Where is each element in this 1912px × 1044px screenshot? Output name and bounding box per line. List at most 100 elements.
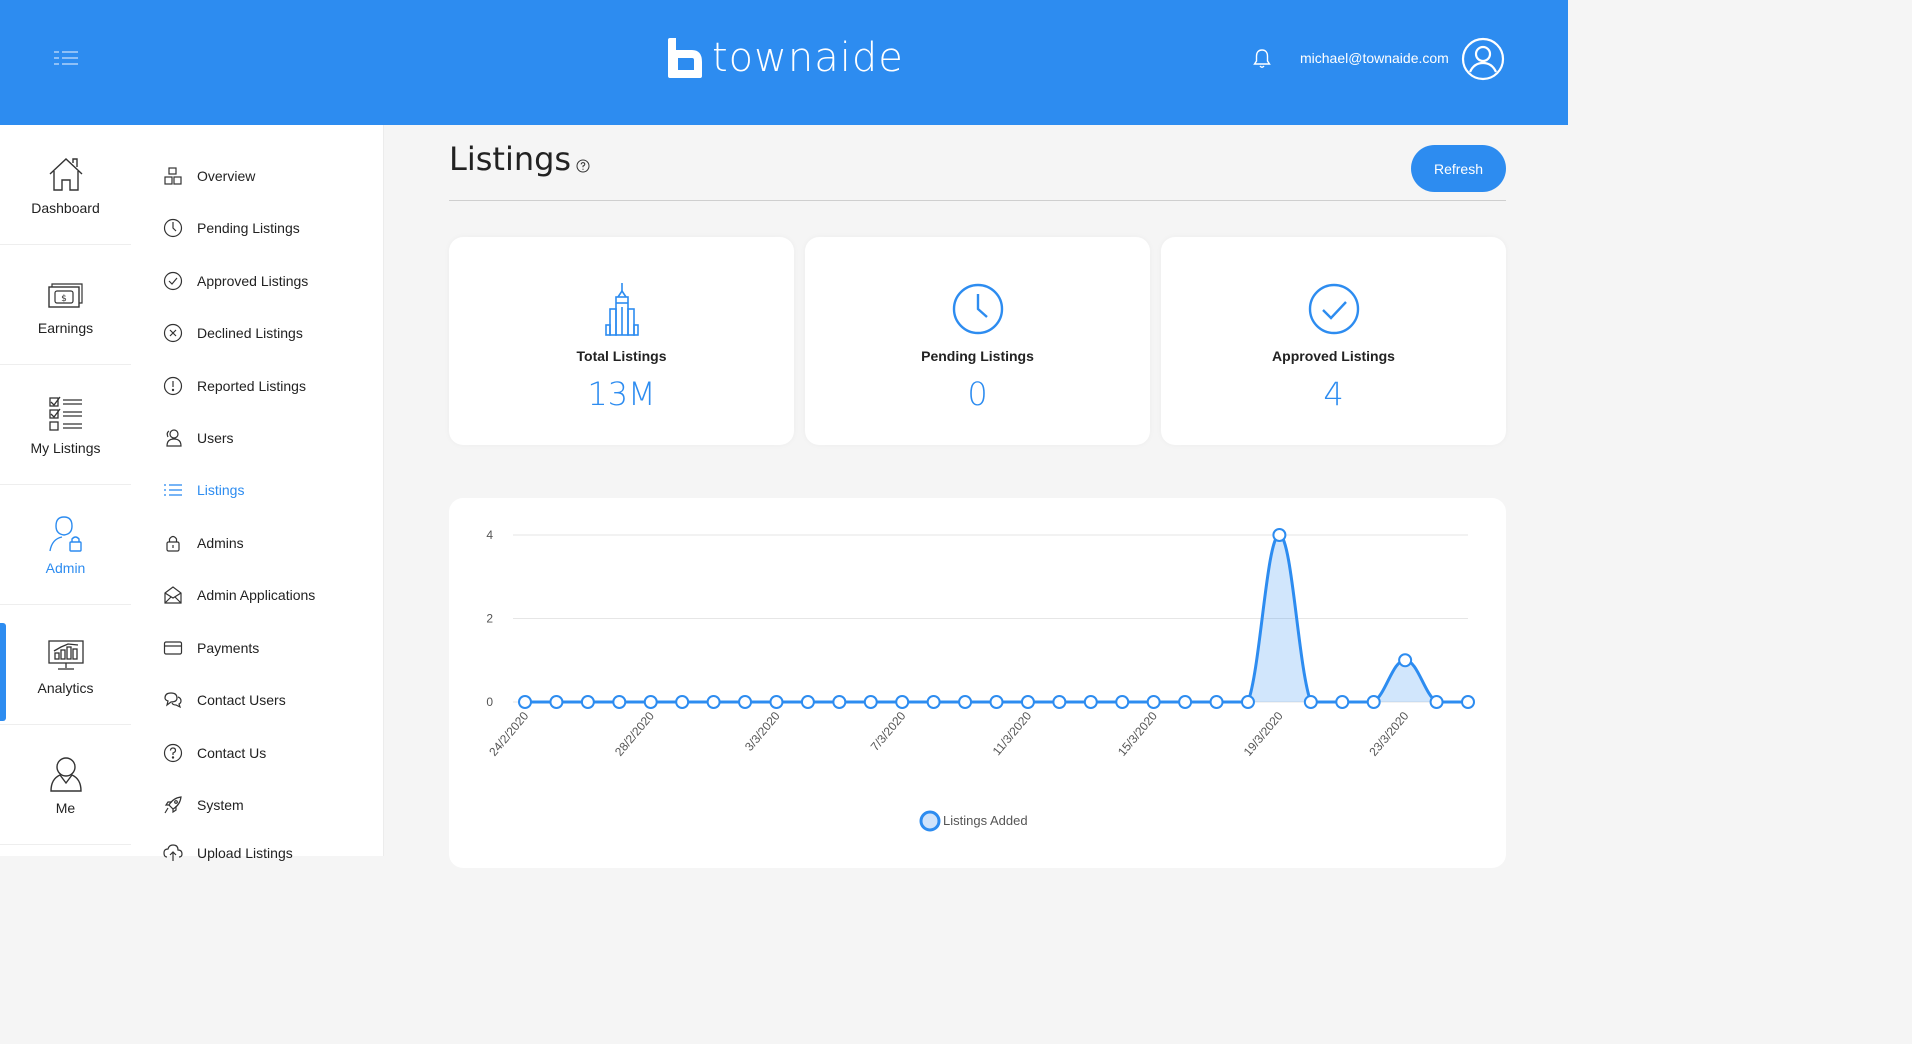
data-point xyxy=(863,695,878,709)
data-point xyxy=(1209,695,1224,709)
rail-label: My Listings xyxy=(30,439,101,456)
listings-added-chart: 0 2 4 24/2/2020 28/2/2020 3/3/2020 7/3/2020 11/… xyxy=(486,528,1475,832)
menu-label: Users xyxy=(197,430,234,446)
top-bar: townaide michael@townaide.com xyxy=(0,0,1568,125)
x-tick-label: 24/2/2020 xyxy=(486,709,531,759)
person-icon xyxy=(49,756,82,792)
menu-label: Payments xyxy=(197,640,260,656)
legend-marker xyxy=(919,810,941,832)
admin-user-lock-icon xyxy=(48,515,82,552)
listings-chart-card: 0 2 4 24/2/2020 28/2/2020 3/3/2020 7/3/2020 11/… xyxy=(449,498,1506,868)
menu-label: Listings xyxy=(197,482,245,498)
y-tick-label: 0 xyxy=(486,695,493,709)
stat-value: 4 xyxy=(1323,375,1344,413)
users-icon xyxy=(166,429,182,447)
data-point xyxy=(1366,695,1381,709)
data-point xyxy=(518,695,532,709)
avatar-icon[interactable] xyxy=(1461,37,1505,81)
logo[interactable]: townaide xyxy=(666,35,904,81)
menu-item-system[interactable]: System xyxy=(163,793,244,817)
menu-item-admin-applications[interactable]: Admin Applications xyxy=(163,583,315,607)
rail-item-me[interactable]: Me xyxy=(0,725,131,845)
menu-label: Admins xyxy=(197,535,244,551)
data-point xyxy=(1083,695,1098,709)
y-tick-label: 2 xyxy=(486,612,493,626)
menu-item-upload-listings[interactable]: Upload Listings xyxy=(163,841,293,865)
data-point xyxy=(832,695,847,709)
check-circle-icon xyxy=(163,271,183,291)
data-point xyxy=(1398,653,1413,668)
x-tick-label: 11/3/2020 xyxy=(990,709,1035,758)
menu-item-overview[interactable]: Overview xyxy=(163,164,255,188)
menu-item-users[interactable]: Users xyxy=(163,426,234,450)
data-point xyxy=(1240,695,1255,709)
rail-label: Analytics xyxy=(37,679,94,696)
menu-label: Pending Listings xyxy=(197,220,300,236)
rail-item-dashboard[interactable]: Dashboard xyxy=(0,125,131,245)
x-tick-label: 15/3/2020 xyxy=(1115,709,1160,759)
logo-mark-icon xyxy=(668,38,702,78)
check-circle-icon xyxy=(1308,283,1359,335)
list-icon xyxy=(164,484,182,496)
menu-item-reported-listings[interactable]: Reported Listings xyxy=(163,374,306,398)
clock-icon xyxy=(952,283,1003,335)
refresh-button[interactable]: Refresh xyxy=(1411,145,1506,192)
rail-item-admin[interactable]: Admin xyxy=(0,485,131,605)
stat-card-approved-listings: Approved Listings 4 xyxy=(1161,237,1506,445)
rail-label: Dashboard xyxy=(31,199,100,216)
blocks-icon xyxy=(164,167,182,185)
data-point xyxy=(1303,695,1318,709)
stat-label: Pending Listings xyxy=(921,348,1034,364)
menu-label: System xyxy=(197,797,244,813)
rocket-icon xyxy=(164,796,182,814)
help-icon[interactable] xyxy=(576,159,590,173)
menu-item-listings[interactable]: Listings xyxy=(163,478,244,502)
rail-item-earnings[interactable]: $ Earnings xyxy=(0,245,131,365)
menu-item-declined-listings[interactable]: Declined Listings xyxy=(163,321,303,345)
data-point xyxy=(989,695,1004,709)
data-point xyxy=(926,695,941,709)
cash-icon: $ xyxy=(47,282,83,308)
data-point xyxy=(1115,695,1130,709)
user-email[interactable]: michael@townaide.com xyxy=(1300,48,1449,68)
data-point xyxy=(1272,528,1287,542)
data-point xyxy=(1052,695,1067,709)
menu-item-payments[interactable]: Payments xyxy=(163,636,259,660)
menu-label: Contact Users xyxy=(197,692,286,708)
data-point xyxy=(612,695,627,709)
data-point xyxy=(1020,695,1035,709)
data-point xyxy=(800,695,815,709)
alert-circle-icon xyxy=(163,376,183,396)
data-point xyxy=(1461,695,1475,709)
menu-toggle-icon[interactable] xyxy=(54,50,78,66)
x-tick-label: 7/3/2020 xyxy=(868,709,909,754)
data-point xyxy=(895,695,910,709)
rail-label: Me xyxy=(55,799,76,816)
icon-rail: Dashboard $ Earnings My Listings Admin A… xyxy=(0,125,132,856)
bell-icon[interactable] xyxy=(1252,48,1272,70)
menu-label: Contact Us xyxy=(197,745,267,761)
data-point xyxy=(549,695,564,709)
rail-item-analytics[interactable]: Analytics xyxy=(0,605,131,725)
menu-item-contact-users[interactable]: Contact Users xyxy=(163,688,286,712)
x-tick-label: 23/3/2020 xyxy=(1366,709,1411,759)
menu-label: Overview xyxy=(197,168,256,184)
data-point xyxy=(1429,695,1444,709)
menu-item-pending-listings[interactable]: Pending Listings xyxy=(163,216,300,240)
stat-label: Total Listings xyxy=(576,348,667,364)
data-point xyxy=(1335,695,1350,709)
menu-item-approved-listings[interactable]: Approved Listings xyxy=(163,269,308,293)
house-icon xyxy=(49,157,82,191)
chat-icon xyxy=(164,692,182,709)
menu-item-contact-us[interactable]: Contact Us xyxy=(163,741,266,765)
logo-text: townaide xyxy=(712,35,904,81)
menu-item-admins[interactable]: Admins xyxy=(163,531,244,555)
menu-label: Approved Listings xyxy=(197,273,309,289)
data-point xyxy=(1178,695,1193,709)
data-point xyxy=(1146,695,1161,709)
rail-item-my-listings[interactable]: My Listings xyxy=(0,365,131,485)
x-tick-label: 3/3/2020 xyxy=(742,709,783,754)
x-tick-label: 19/3/2020 xyxy=(1241,709,1286,759)
question-circle-icon xyxy=(163,743,183,763)
menu-label: Reported Listings xyxy=(197,378,306,394)
